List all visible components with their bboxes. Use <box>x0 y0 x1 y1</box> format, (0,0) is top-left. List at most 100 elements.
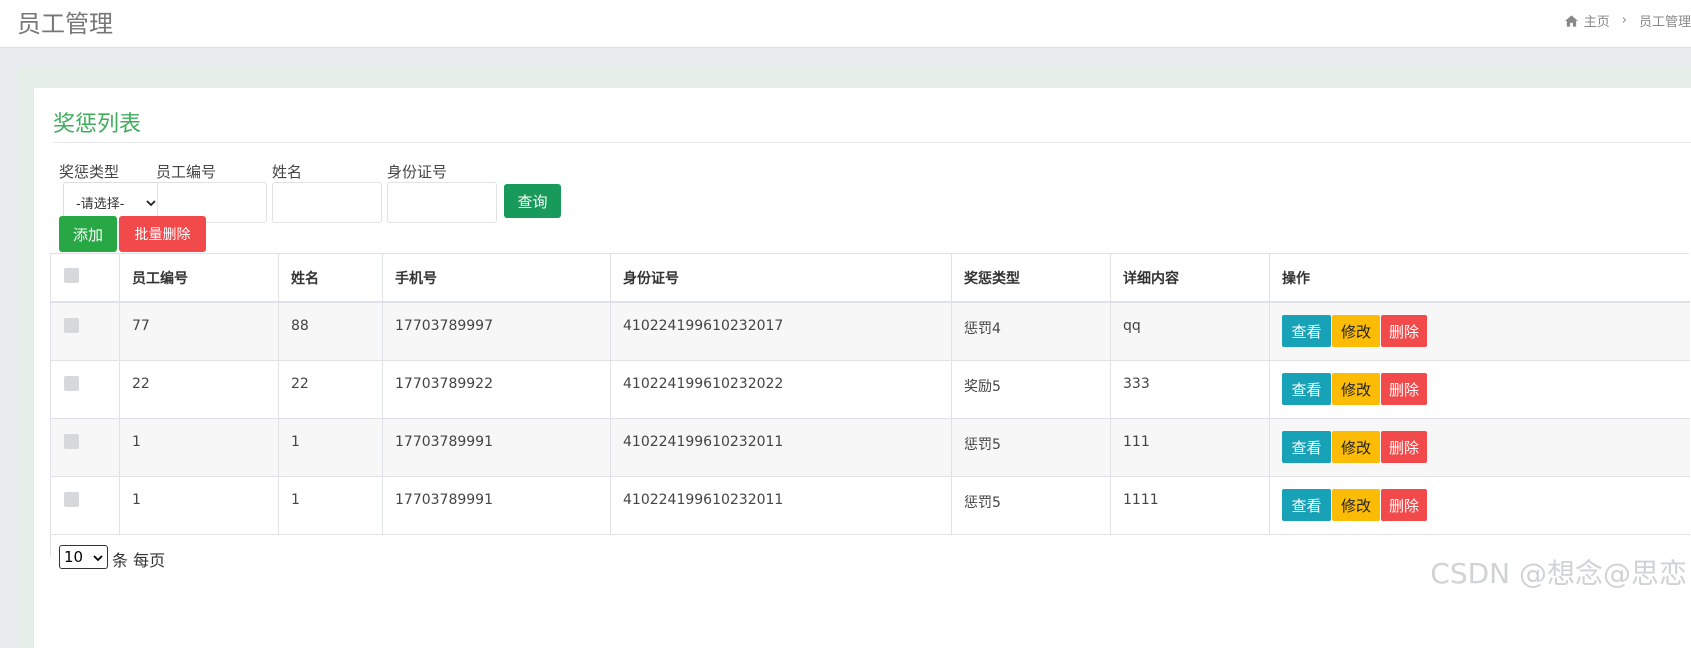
name-filter-label: 姓名 <box>272 163 303 181</box>
detail-cell: 111 <box>1111 419 1270 476</box>
table-row: 1 1 17703789991 410224199610232011 惩罚5 1… <box>51 477 1690 535</box>
phone-value: 17703789991 <box>395 492 493 508</box>
page-size-select[interactable]: 10 <box>59 545 108 569</box>
top-bar: 员工管理 主页 › 员工管理 <box>0 0 1691 48</box>
divider <box>53 142 1691 143</box>
page-size-value: 10 <box>64 548 84 566</box>
header-id-card[interactable]: 身份证号 <box>611 254 952 301</box>
type-value: 惩罚5 <box>964 495 1001 511</box>
actions-cell: 查看 修改 删除 <box>1270 361 1690 418</box>
id-card-cell: 410224199610232022 <box>611 361 952 418</box>
detail-value: 111 <box>1123 434 1150 450</box>
view-button[interactable]: 查看 <box>1282 315 1331 347</box>
delete-button[interactable]: 删除 <box>1381 489 1427 521</box>
header-emp-no[interactable]: 员工编号 <box>120 254 279 301</box>
edit-button[interactable]: 修改 <box>1332 431 1380 463</box>
query-button[interactable]: 查询 <box>504 184 561 218</box>
emp-no-value: 22 <box>132 376 150 392</box>
id-card-cell: 410224199610232017 <box>611 303 952 360</box>
row-checkbox[interactable] <box>64 492 79 507</box>
emp-no-value: 77 <box>132 318 150 334</box>
watermark: CSDN @想念@思恋 <box>1430 557 1687 590</box>
view-button[interactable]: 查看 <box>1282 489 1331 521</box>
page-size-suffix: 条 每页 <box>112 551 166 570</box>
header-phone[interactable]: 手机号 <box>383 254 611 301</box>
emp-no-value: 1 <box>132 492 141 508</box>
header-detail[interactable]: 详细内容 <box>1111 254 1270 301</box>
header-name[interactable]: 姓名 <box>279 254 383 301</box>
phone-cell: 17703789991 <box>383 419 611 476</box>
type-value: 惩罚5 <box>964 437 1001 453</box>
type-cell: 惩罚4 <box>952 303 1111 360</box>
data-table: 员工编号 姓名 手机号 身份证号 奖惩类型 详细内容 操作 77 88 1770… <box>50 253 1690 557</box>
row-checkbox[interactable] <box>64 376 79 391</box>
actions-cell: 查看 修改 删除 <box>1270 477 1690 534</box>
id-card-filter-label: 身份证号 <box>387 163 448 181</box>
name-input[interactable] <box>272 182 382 223</box>
name-value: 22 <box>291 376 309 392</box>
emp-no-value: 1 <box>132 434 141 450</box>
emp-no-cell: 1 <box>120 419 279 476</box>
name-cell: 1 <box>279 477 383 534</box>
type-cell: 奖励5 <box>952 361 1111 418</box>
phone-value: 17703789997 <box>395 318 493 334</box>
type-filter-value: -请选择- <box>76 197 125 212</box>
id-card-cell: 410224199610232011 <box>611 477 952 534</box>
view-button[interactable]: 查看 <box>1282 431 1331 463</box>
detail-cell: 1111 <box>1111 477 1270 534</box>
header-actions: 操作 <box>1282 270 1310 287</box>
name-cell: 88 <box>279 303 383 360</box>
batch-delete-button[interactable]: 批量删除 <box>119 216 206 252</box>
type-cell: 惩罚5 <box>952 477 1111 534</box>
row-select-cell <box>51 477 120 534</box>
detail-cell: qq <box>1111 303 1270 360</box>
detail-value: 333 <box>1123 376 1150 392</box>
detail-value: 1111 <box>1123 492 1159 508</box>
name-value: 88 <box>291 318 309 334</box>
delete-button[interactable]: 删除 <box>1381 315 1427 347</box>
add-button[interactable]: 添加 <box>59 216 117 252</box>
panel-title: 奖惩列表 <box>53 112 142 137</box>
select-all-checkbox[interactable] <box>64 268 79 283</box>
id-card-value: 410224199610232011 <box>623 434 784 450</box>
view-button[interactable]: 查看 <box>1282 373 1331 405</box>
table-header-row: 员工编号 姓名 手机号 身份证号 奖惩类型 详细内容 操作 <box>51 254 1690 303</box>
phone-value: 17703789991 <box>395 434 493 450</box>
home-icon <box>1564 14 1578 27</box>
breadcrumb-current: 员工管理 <box>1638 15 1691 30</box>
type-value: 惩罚4 <box>964 321 1001 337</box>
row-checkbox[interactable] <box>64 318 79 333</box>
phone-cell: 17703789997 <box>383 303 611 360</box>
header-select-all-cell <box>51 254 120 301</box>
id-card-value: 410224199610232022 <box>623 376 784 392</box>
row-select-cell <box>51 303 120 360</box>
phone-value: 17703789922 <box>395 376 493 392</box>
delete-button[interactable]: 删除 <box>1381 431 1427 463</box>
breadcrumb-home-link[interactable]: 主页 <box>1584 11 1610 30</box>
detail-value: qq <box>1123 318 1141 334</box>
name-cell: 22 <box>279 361 383 418</box>
type-value: 奖励5 <box>964 379 1001 395</box>
table-row: 1 1 17703789991 410224199610232011 惩罚5 1… <box>51 419 1690 477</box>
breadcrumb-separator: › <box>1621 13 1627 28</box>
name-value: 1 <box>291 492 300 508</box>
edit-button[interactable]: 修改 <box>1332 489 1380 521</box>
emp-no-cell: 22 <box>120 361 279 418</box>
type-cell: 惩罚5 <box>952 419 1111 476</box>
edit-button[interactable]: 修改 <box>1332 315 1380 347</box>
type-filter-label: 奖惩类型 <box>59 163 120 181</box>
emp-no-cell: 1 <box>120 477 279 534</box>
id-card-input[interactable] <box>387 182 497 223</box>
phone-cell: 17703789922 <box>383 361 611 418</box>
row-select-cell <box>51 361 120 418</box>
header-type[interactable]: 奖惩类型 <box>952 254 1111 301</box>
actions-cell: 查看 修改 删除 <box>1270 419 1690 476</box>
emp-no-cell: 77 <box>120 303 279 360</box>
row-checkbox[interactable] <box>64 434 79 449</box>
table-row: 22 22 17703789922 410224199610232022 奖励5… <box>51 361 1690 419</box>
breadcrumb: 主页 › 员工管理 <box>1564 11 1691 30</box>
id-card-value: 410224199610232011 <box>623 492 784 508</box>
delete-button[interactable]: 删除 <box>1381 373 1427 405</box>
edit-button[interactable]: 修改 <box>1332 373 1380 405</box>
phone-cell: 17703789991 <box>383 477 611 534</box>
